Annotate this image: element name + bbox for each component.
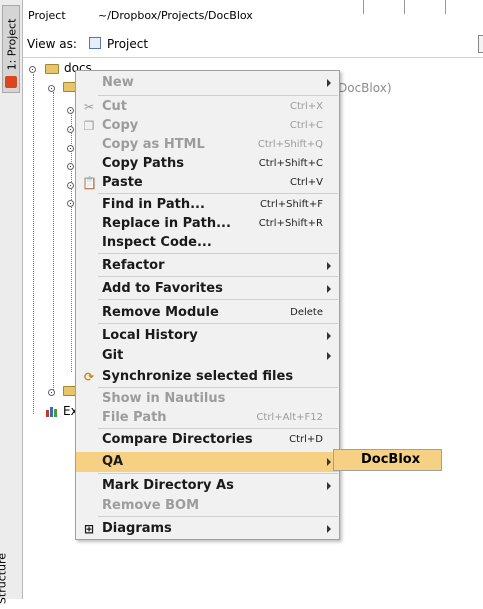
expand-toggle-icon[interactable] bbox=[48, 85, 55, 92]
submenu-arrow-icon bbox=[327, 332, 331, 340]
menu-separator bbox=[98, 95, 338, 96]
menu-item-diagrams[interactable]: ⊞ Diagrams bbox=[76, 519, 339, 539]
menu-separator bbox=[98, 428, 338, 429]
menu-item-refactor[interactable]: Refactor bbox=[76, 256, 339, 276]
expand-toggle-icon[interactable] bbox=[48, 389, 55, 396]
expand-toggle-icon[interactable] bbox=[67, 182, 74, 189]
menu-item-replace-in-path[interactable]: Replace in Path... Ctrl+Shift+R bbox=[76, 214, 339, 234]
expand-toggle-icon[interactable] bbox=[67, 126, 74, 133]
panel-title: Project bbox=[28, 9, 66, 22]
expand-toggle-icon[interactable] bbox=[67, 145, 74, 152]
copy-icon: ❐ bbox=[83, 119, 95, 133]
submenu-arrow-icon bbox=[327, 525, 331, 533]
qa-submenu: DocBlox bbox=[333, 449, 442, 471]
folder-icon bbox=[45, 64, 59, 74]
menu-item-git[interactable]: Git bbox=[76, 346, 339, 366]
structure-tab-label: Structure bbox=[0, 552, 9, 605]
tree-node-hint: DocBlox) bbox=[338, 81, 392, 95]
expand-toggle-icon[interactable] bbox=[67, 200, 74, 207]
submenu-arrow-icon bbox=[327, 262, 331, 270]
left-tool-strip: 1: Project Structure bbox=[0, 0, 23, 604]
menu-item-remove-module[interactable]: Remove Module Delete bbox=[76, 303, 339, 323]
project-header: Project ~/Dropbox/Projects/DocBlox bbox=[23, 0, 483, 26]
expand-toggle-icon[interactable] bbox=[67, 163, 74, 170]
diagram-icon: ⊞ bbox=[83, 522, 95, 536]
submenu-arrow-icon bbox=[327, 285, 331, 293]
menu-item-inspect-code[interactable]: Inspect Code... bbox=[76, 233, 339, 253]
submenu-arrow-icon bbox=[327, 79, 331, 87]
menu-item-copy[interactable]: ❐ Copy Ctrl+C bbox=[76, 116, 339, 136]
view-as-label: View as: bbox=[27, 37, 77, 51]
view-as-bar: View as: Project bbox=[23, 31, 483, 58]
menu-separator bbox=[98, 276, 338, 277]
menu-item-paste[interactable]: 📋 Paste Ctrl+V bbox=[76, 173, 339, 193]
menu-item-show-in-nautilus[interactable]: Show in Nautilus bbox=[76, 389, 339, 409]
submenu-arrow-icon bbox=[327, 458, 331, 466]
menu-item-add-to-favorites[interactable]: Add to Favorites bbox=[76, 279, 339, 299]
menu-item-copy-as-html[interactable]: Copy as HTML Ctrl+Shift+Q bbox=[76, 135, 339, 155]
menu-item-compare-directories[interactable]: Compare Directories Ctrl+D bbox=[76, 430, 339, 450]
project-tool-tab[interactable]: 1: Project bbox=[2, 5, 20, 93]
menu-item-cut[interactable]: ✂ Cut Ctrl+X bbox=[76, 97, 339, 117]
view-as-dropdown[interactable]: Project bbox=[107, 37, 148, 51]
submenu-item-docblox[interactable]: DocBlox bbox=[361, 452, 420, 467]
panel-options-button[interactable] bbox=[478, 35, 483, 53]
menu-item-copy-paths[interactable]: Copy Paths Ctrl+Shift+C bbox=[76, 154, 339, 174]
submenu-arrow-icon bbox=[327, 482, 331, 490]
menu-item-remove-bom[interactable]: Remove BOM bbox=[76, 496, 339, 516]
menu-item-local-history[interactable]: Local History bbox=[76, 326, 339, 346]
menu-separator bbox=[98, 253, 338, 254]
project-badge-icon bbox=[5, 76, 17, 88]
sync-icon: ⟳ bbox=[83, 370, 95, 384]
menu-separator bbox=[98, 323, 338, 324]
project-path: ~/Dropbox/Projects/DocBlox bbox=[98, 9, 253, 22]
menu-item-qa[interactable]: QA bbox=[76, 452, 339, 472]
menu-separator bbox=[98, 473, 338, 474]
menu-separator bbox=[98, 516, 338, 517]
project-view-icon bbox=[89, 37, 101, 49]
menu-item-synchronize[interactable]: ⟳ Synchronize selected files bbox=[76, 367, 339, 387]
menu-separator bbox=[98, 387, 338, 388]
project-tab-label: 1: Project bbox=[5, 18, 19, 71]
menu-item-find-in-path[interactable]: Find in Path... Ctrl+Shift+F bbox=[76, 195, 339, 215]
context-menu: New ✂ Cut Ctrl+X ❐ Copy Ctrl+C Copy as H… bbox=[75, 70, 340, 540]
menu-item-new[interactable]: New bbox=[76, 73, 339, 93]
menu-separator bbox=[98, 299, 338, 300]
external-libraries-icon bbox=[46, 406, 58, 417]
scissors-icon: ✂ bbox=[83, 100, 95, 114]
menu-item-file-path[interactable]: File Path Ctrl+Alt+F12 bbox=[76, 408, 339, 428]
editor-tab-strip[interactable] bbox=[363, 0, 483, 14]
expand-toggle-icon[interactable] bbox=[67, 107, 74, 114]
menu-separator bbox=[98, 193, 338, 194]
menu-item-mark-directory-as[interactable]: Mark Directory As bbox=[76, 476, 339, 496]
clipboard-icon: 📋 bbox=[82, 176, 97, 190]
expand-toggle-icon[interactable] bbox=[29, 66, 36, 73]
submenu-arrow-icon bbox=[327, 352, 331, 360]
